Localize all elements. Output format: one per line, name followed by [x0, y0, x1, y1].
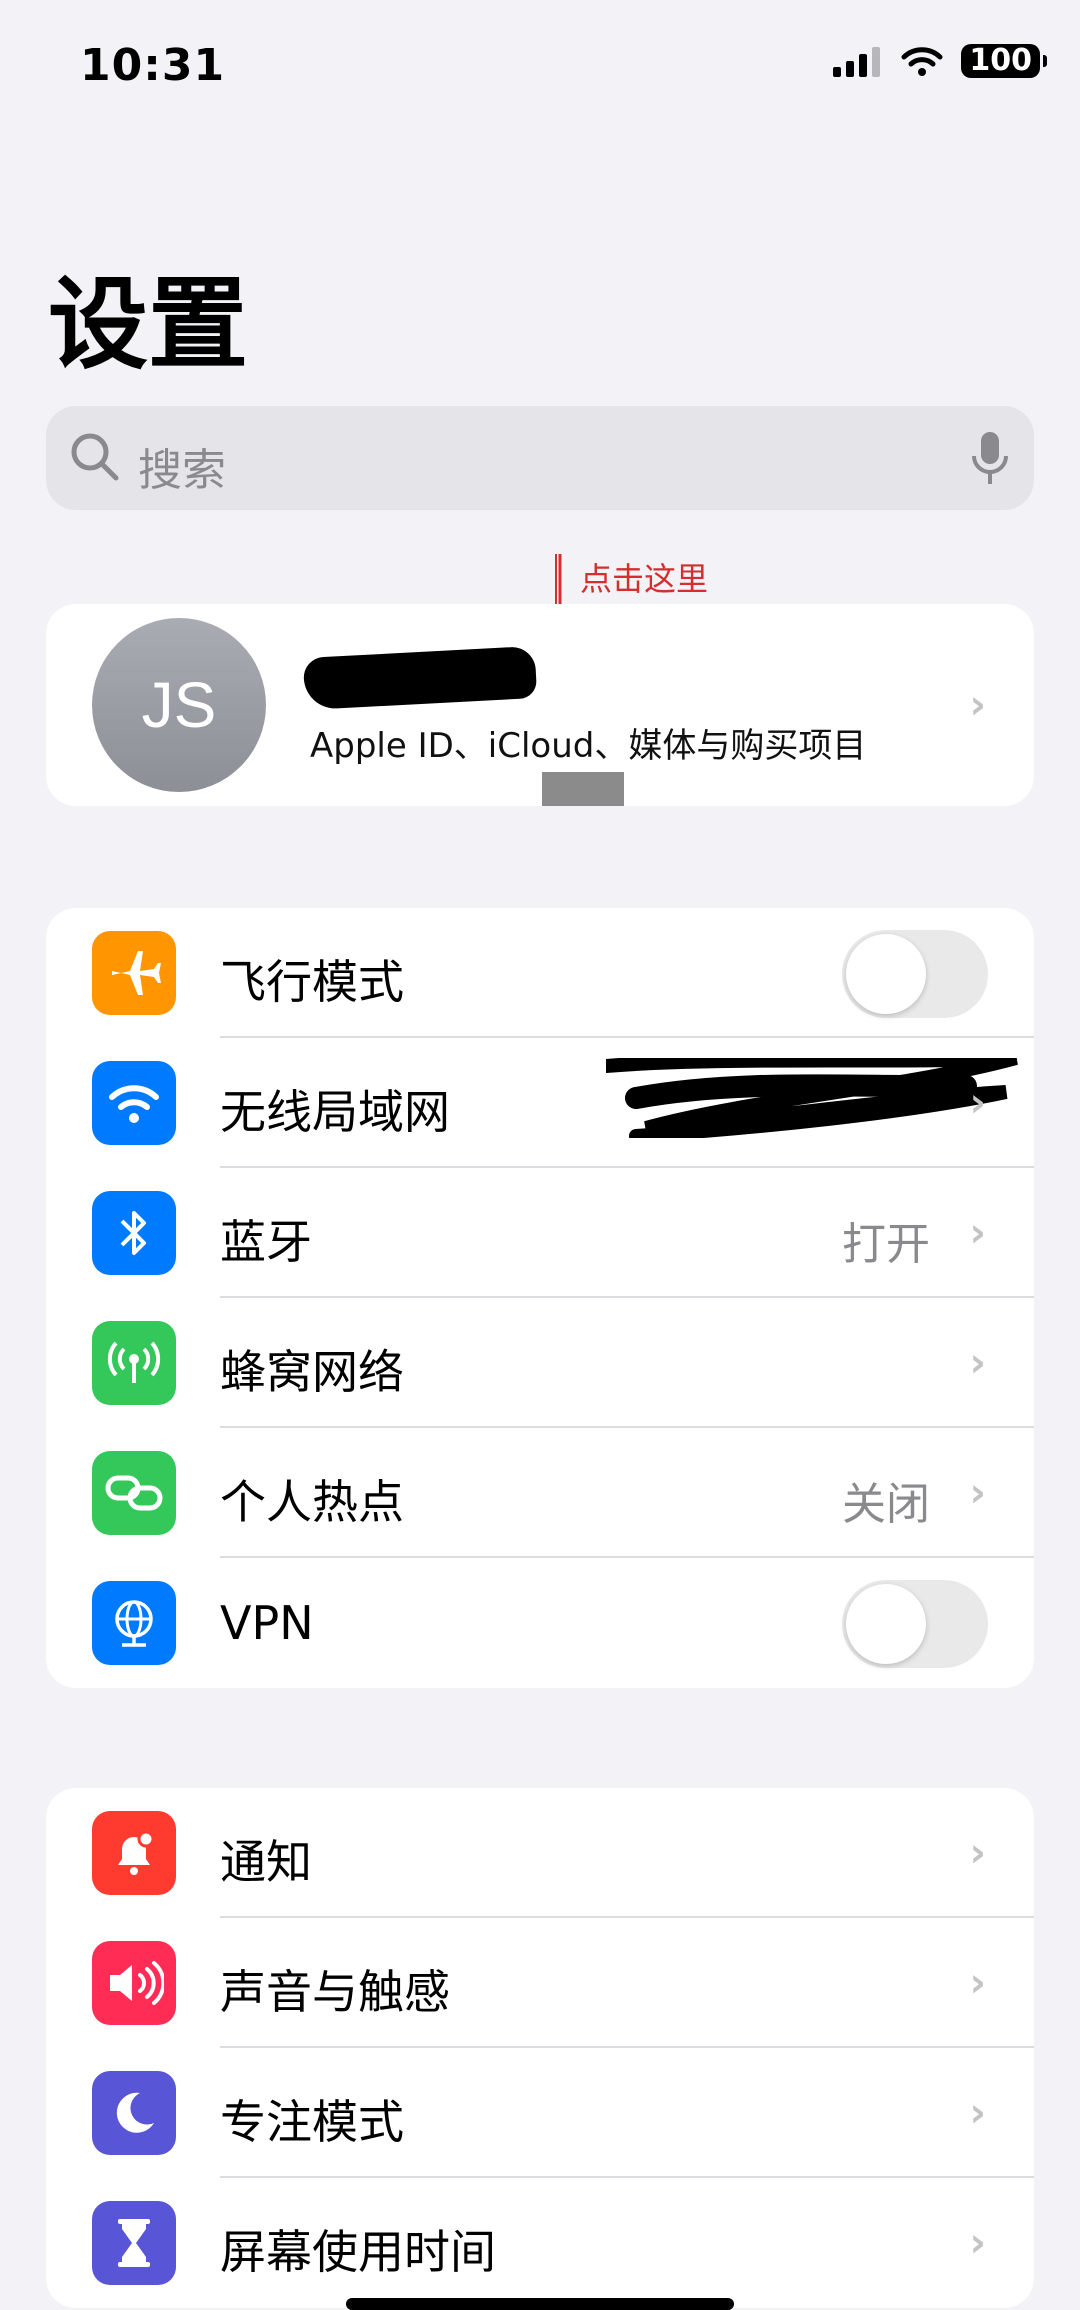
moon-icon	[92, 2071, 176, 2155]
wifi-status-icon	[901, 47, 943, 76]
wifi-icon	[92, 1061, 176, 1145]
row-value: 关闭	[842, 1479, 930, 1530]
chevron-right-icon: ›	[969, 2220, 986, 2266]
settings-row-focus[interactable]: 专注模式 ›	[46, 2048, 1034, 2178]
row-label: 个人热点	[220, 1475, 404, 1529]
redacted-network-name	[606, 1058, 1018, 1138]
apple-id-profile-cell[interactable]: JS Apple ID、iCloud、媒体与购买项目 ›	[46, 604, 1034, 806]
airplane-icon	[92, 931, 176, 1015]
row-label: VPN	[220, 1596, 314, 1650]
annotation-text: 点击这里	[580, 560, 709, 598]
chevron-right-icon: ›	[969, 1470, 986, 1516]
speaker-icon	[92, 1941, 176, 2025]
antenna-icon	[92, 1321, 176, 1405]
notifications-group: 通知 › 声音与触感 › 专注模式 › 屏幕使用时间 ›	[46, 1788, 1034, 2308]
search-icon	[71, 433, 119, 481]
row-label: 蜂窝网络	[220, 1345, 404, 1399]
airplane-mode-toggle[interactable]	[842, 930, 988, 1018]
settings-row-hotspot[interactable]: 个人热点 关闭 ›	[46, 1428, 1034, 1558]
settings-row-cellular[interactable]: 蜂窝网络 ›	[46, 1298, 1034, 1428]
settings-row-sounds[interactable]: 声音与触感 ›	[46, 1918, 1034, 2048]
search-input[interactable]: 搜索	[46, 406, 1034, 510]
chevron-right-icon: ›	[969, 682, 986, 728]
avatar: JS	[92, 618, 266, 792]
chevron-right-icon: ›	[969, 2090, 986, 2136]
chevron-right-icon: ›	[969, 1340, 986, 1386]
page-title: 设置	[48, 266, 248, 383]
globe-icon	[92, 1581, 176, 1665]
cellular-signal-icon	[833, 47, 881, 77]
redacted-name	[302, 645, 538, 711]
redaction-block	[542, 772, 624, 806]
hourglass-icon	[92, 2201, 176, 2285]
chevron-right-icon: ›	[969, 1960, 986, 2006]
row-label: 无线局域网	[220, 1085, 450, 1139]
chevron-right-icon: ›	[969, 1210, 986, 1256]
bluetooth-icon	[92, 1191, 176, 1275]
battery-indicator: 100	[961, 44, 1047, 78]
settings-row-screen-time[interactable]: 屏幕使用时间 ›	[46, 2178, 1034, 2308]
search-placeholder: 搜索	[138, 445, 226, 496]
microphone-icon[interactable]	[970, 430, 1010, 488]
row-label: 通知	[220, 1835, 312, 1889]
status-bar: 10:31 100	[0, 0, 1080, 130]
status-time: 10:31	[80, 40, 226, 91]
row-label: 飞行模式	[220, 955, 404, 1009]
row-label: 声音与触感	[220, 1965, 450, 2019]
settings-row-airplane[interactable]: 飞行模式	[46, 908, 1034, 1038]
row-value: 打开	[842, 1219, 930, 1270]
row-label: 屏幕使用时间	[220, 2225, 496, 2279]
settings-row-notifications[interactable]: 通知 ›	[46, 1788, 1034, 1918]
profile-subtitle: Apple ID、iCloud、媒体与购买项目	[310, 726, 867, 766]
chevron-right-icon: ›	[969, 1830, 986, 1876]
bell-icon	[92, 1811, 176, 1895]
vpn-toggle[interactable]	[842, 1580, 988, 1668]
hotspot-icon	[92, 1451, 176, 1535]
chevron-right-icon: ›	[969, 1080, 986, 1126]
settings-row-wifi[interactable]: 无线局域网 ›	[46, 1038, 1034, 1168]
row-label: 专注模式	[220, 2095, 404, 2149]
home-indicator	[346, 2298, 734, 2310]
settings-row-vpn[interactable]: VPN	[46, 1558, 1034, 1688]
row-label: 蓝牙	[220, 1215, 312, 1269]
connectivity-group: 飞行模式 无线局域网 › 蓝牙 打开 › 蜂窝网络 › 个人热点 关闭 › VP…	[46, 908, 1034, 1688]
settings-row-bluetooth[interactable]: 蓝牙 打开 ›	[46, 1168, 1034, 1298]
